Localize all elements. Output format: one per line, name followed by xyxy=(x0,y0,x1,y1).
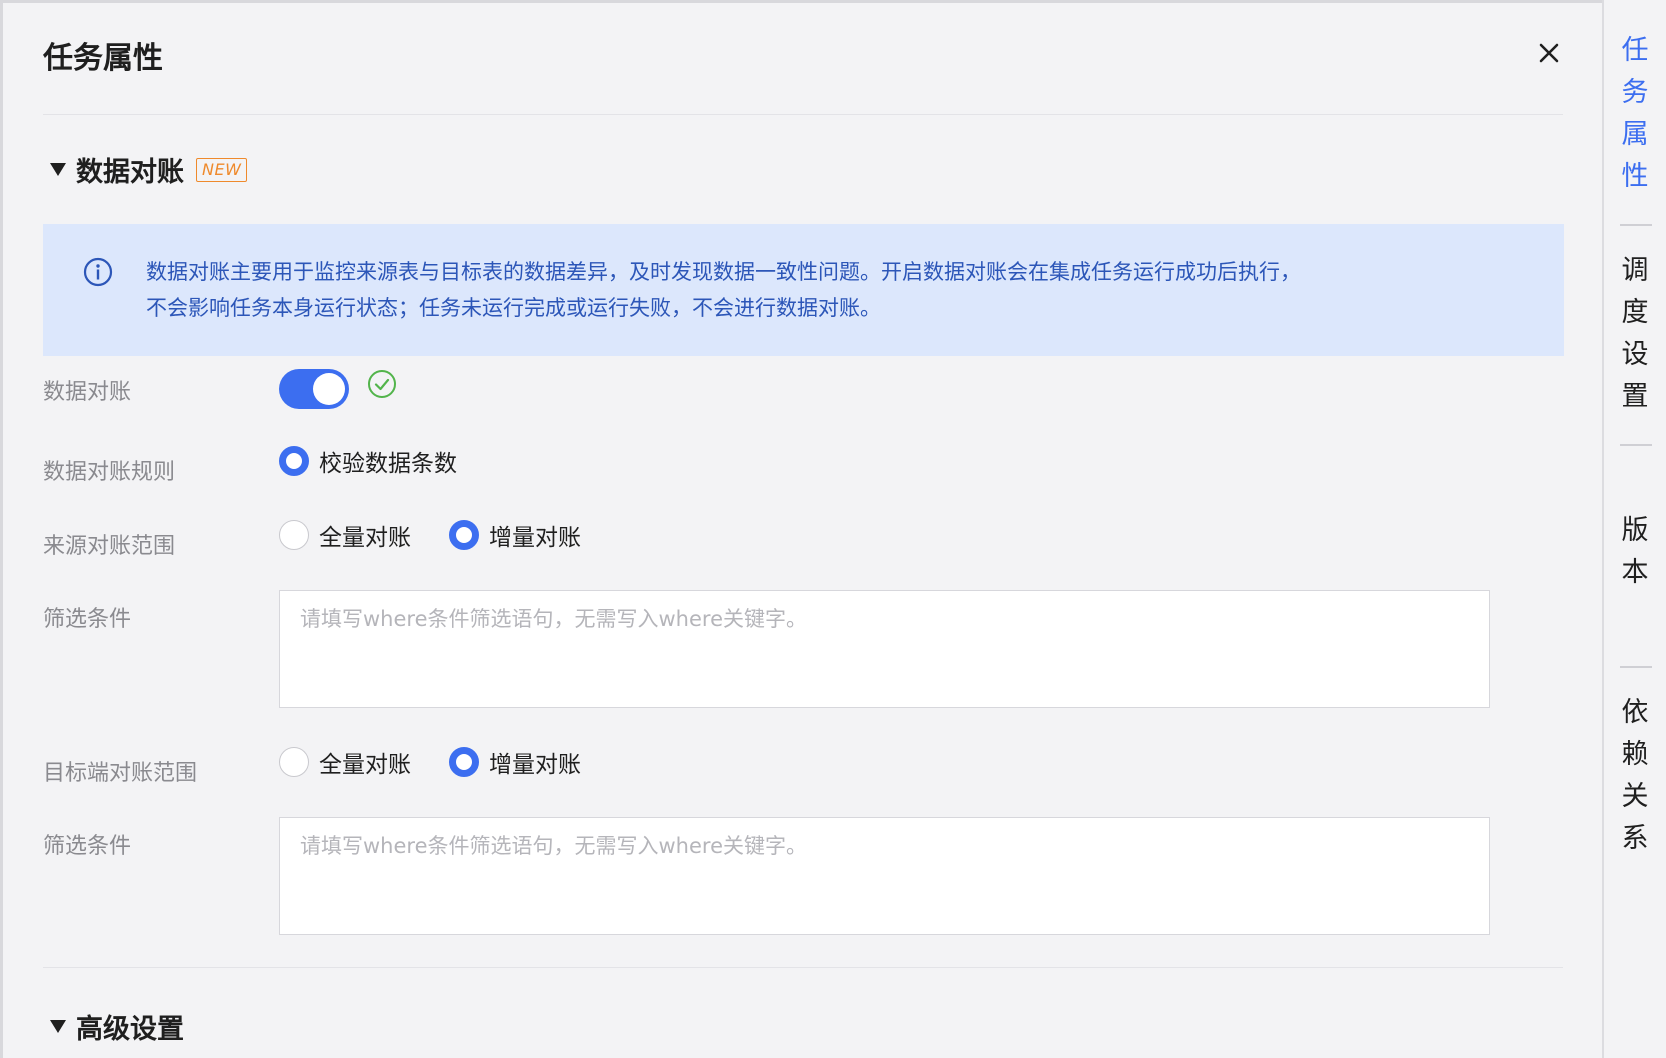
tab-char: 置 xyxy=(1621,381,1649,412)
section-advanced-title: 高级设置 xyxy=(76,1014,184,1045)
tab-char: 版 xyxy=(1621,515,1649,546)
radio-target-full-label: 全量对账 xyxy=(319,752,411,778)
reconcile-toggle-label: 数据对账 xyxy=(43,380,132,405)
target-scope-label: 目标端对账范围 xyxy=(43,761,198,786)
caret-down-icon xyxy=(50,163,66,176)
app-root: 任务属性 数据对账 NEW 数据对账主要用于监控来源表与目标表的数据差异，及时发… xyxy=(0,0,1666,1058)
radio-source-incremental-label: 增量对账 xyxy=(489,525,581,551)
tab-char: 性 xyxy=(1621,161,1649,192)
panel-title: 任务属性 xyxy=(43,41,163,76)
tab-separator xyxy=(1620,666,1652,668)
source-filter-label: 筛选条件 xyxy=(43,607,132,632)
radio-dot xyxy=(449,520,479,550)
tab-task-properties[interactable]: 任 务 属 性 xyxy=(1604,30,1666,198)
radio-source-full[interactable]: 全量对账 xyxy=(279,518,411,552)
radio-source-incremental[interactable]: 增量对账 xyxy=(449,518,581,552)
toggle-knob xyxy=(313,373,345,405)
target-filter-label: 筛选条件 xyxy=(43,834,132,859)
right-tab-rail: 任 务 属 性 调 度 设 置 版 本 依 赖 关 系 xyxy=(1602,0,1666,1058)
tab-version[interactable]: 版 本 xyxy=(1604,510,1666,594)
close-icon xyxy=(1539,43,1559,63)
tab-char: 调 xyxy=(1621,255,1649,286)
radio-target-incremental[interactable]: 增量对账 xyxy=(449,745,581,779)
radio-dot xyxy=(279,747,309,777)
radio-dot xyxy=(449,747,479,777)
info-icon xyxy=(83,257,113,287)
info-line-1: 数据对账主要用于监控来源表与目标表的数据差异，及时发现数据一致性问题。开启数据对… xyxy=(146,260,1301,284)
caret-down-icon xyxy=(50,1020,66,1033)
tab-char: 本 xyxy=(1621,557,1649,588)
radio-rule-count[interactable]: 校验数据条数 xyxy=(279,444,457,478)
panel-header: 任务属性 xyxy=(43,3,1563,115)
tab-char: 系 xyxy=(1621,823,1649,854)
tab-char: 度 xyxy=(1621,297,1649,328)
info-line-2: 不会影响任务本身运行状态；任务未运行完成或运行失败，不会进行数据对账。 xyxy=(146,296,881,320)
tab-separator xyxy=(1620,444,1652,446)
tab-dependencies[interactable]: 依 赖 关 系 xyxy=(1604,692,1666,860)
tab-separator xyxy=(1620,224,1652,226)
info-text: 数据对账主要用于监控来源表与目标表的数据差异，及时发现数据一致性问题。开启数据对… xyxy=(146,254,1506,326)
tab-char: 赖 xyxy=(1621,739,1649,770)
task-properties-panel: 任务属性 数据对账 NEW 数据对账主要用于监控来源表与目标表的数据差异，及时发… xyxy=(3,3,1602,1058)
section-advanced-header[interactable]: 高级设置 xyxy=(50,1007,184,1046)
section-reconcile-title: 数据对账 xyxy=(76,157,184,188)
tab-char: 任 xyxy=(1621,35,1649,66)
tab-char: 属 xyxy=(1621,119,1649,150)
radio-dot xyxy=(279,520,309,550)
section-reconcile-header[interactable]: 数据对账 NEW xyxy=(50,150,248,189)
section-divider xyxy=(43,967,1563,968)
tab-char: 设 xyxy=(1621,339,1649,370)
reconcile-toggle[interactable] xyxy=(279,369,349,409)
check-circle-icon xyxy=(368,370,396,398)
close-button[interactable] xyxy=(1533,37,1565,69)
radio-target-incremental-label: 增量对账 xyxy=(489,752,581,778)
target-filter-input[interactable] xyxy=(279,817,1490,935)
radio-rule-count-label: 校验数据条数 xyxy=(319,451,457,477)
source-filter-input[interactable] xyxy=(279,590,1490,708)
tab-char: 关 xyxy=(1621,781,1649,812)
info-banner: 数据对账主要用于监控来源表与目标表的数据差异，及时发现数据一致性问题。开启数据对… xyxy=(43,224,1564,356)
tab-char: 务 xyxy=(1621,77,1649,108)
tab-schedule-settings[interactable]: 调 度 设 置 xyxy=(1604,250,1666,418)
source-scope-label: 来源对账范围 xyxy=(43,534,176,559)
radio-source-full-label: 全量对账 xyxy=(319,525,411,551)
new-badge: NEW xyxy=(196,157,248,182)
tab-char: 依 xyxy=(1621,697,1649,728)
reconcile-rule-label: 数据对账规则 xyxy=(43,460,176,485)
radio-dot xyxy=(279,446,309,476)
radio-target-full[interactable]: 全量对账 xyxy=(279,745,411,779)
